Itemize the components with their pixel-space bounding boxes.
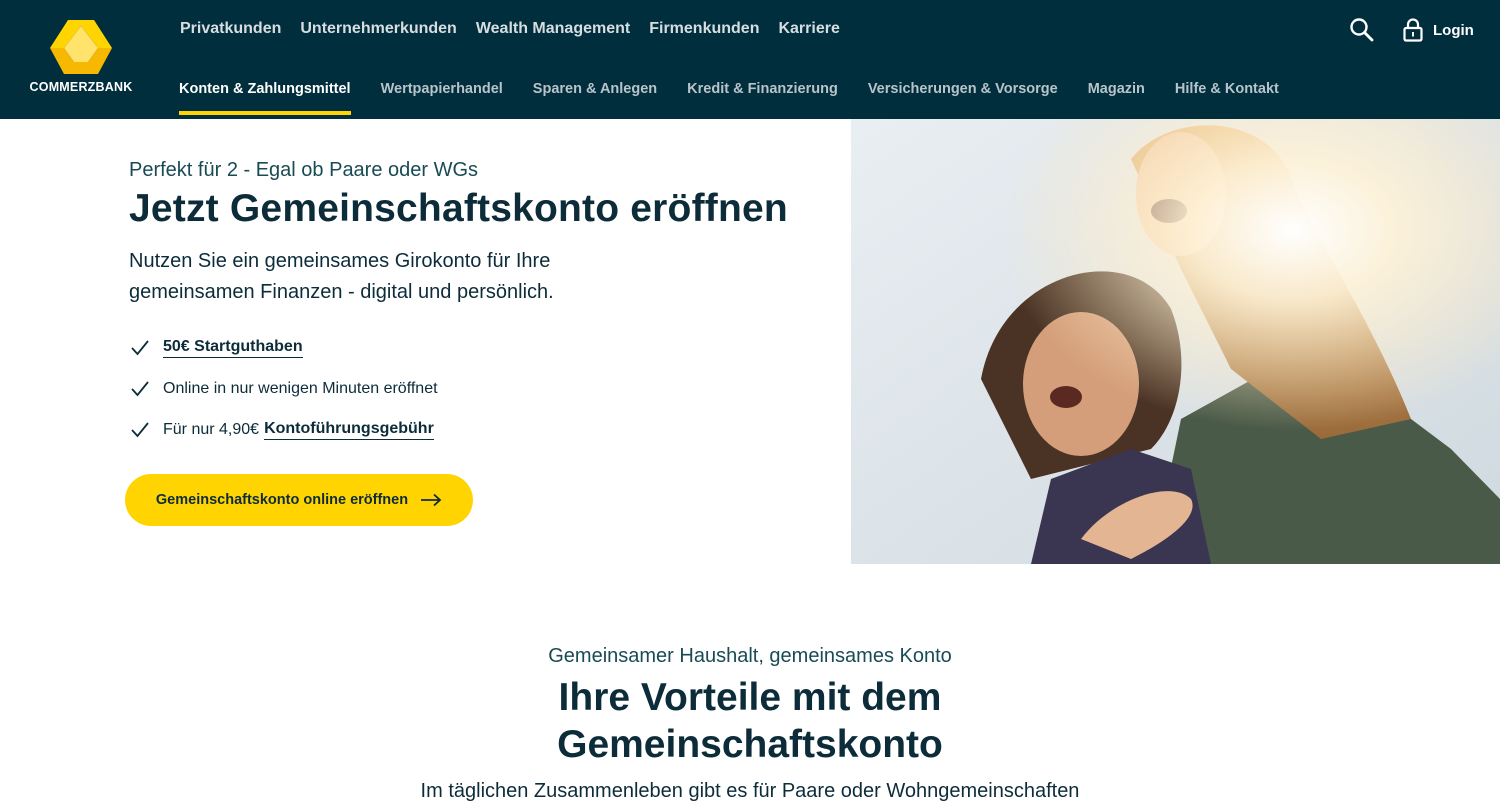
- nav-wealth-management[interactable]: Wealth Management: [476, 18, 630, 40]
- commerzbank-logo[interactable]: COMMERZBANK: [26, 18, 136, 98]
- benefit-item: Online in nur wenigen Minuten eröffnet: [129, 377, 438, 401]
- hero-title: Jetzt Gemeinschaftskonto eröffnen: [129, 187, 788, 230]
- startguthaben-link[interactable]: 50€ Startguthaben: [163, 338, 303, 358]
- nav-privatkunden[interactable]: Privatkunden: [180, 18, 281, 40]
- section-title: Ihre Vorteile mit dem Gemeinschaftskonto: [557, 676, 943, 766]
- primary-nav: Privatkunden Unternehmerkunden Wealth Ma…: [180, 18, 840, 40]
- open-account-button[interactable]: Gemeinschaftskonto online eröffnen: [125, 474, 473, 526]
- lock-icon: [1403, 18, 1423, 42]
- benefit-list: 50€ Startguthaben Online in nur wenigen …: [129, 336, 438, 459]
- arrow-right-icon: [421, 493, 442, 507]
- logo-ribbon-icon: [50, 20, 112, 74]
- nav-unternehmerkunden[interactable]: Unternehmerkunden: [300, 18, 456, 40]
- secondary-nav: Konten & Zahlungsmittel Wertpapierhandel…: [179, 79, 1309, 115]
- subnav-versicherungen-vorsorge[interactable]: Versicherungen & Vorsorge: [868, 79, 1058, 115]
- benefit-item: 50€ Startguthaben: [129, 336, 438, 360]
- kontofuehrungsgebuehr-link[interactable]: Kontoführungsgebühr: [264, 420, 434, 440]
- benefit-text: Für nur 4,90€: [163, 421, 260, 438]
- subnav-wertpapierhandel[interactable]: Wertpapierhandel: [381, 79, 503, 115]
- nav-karriere[interactable]: Karriere: [778, 18, 839, 40]
- benefit-item: Für nur 4,90€ Kontoführungsgebühr: [129, 418, 438, 442]
- section-body: Im täglichen Zusammenleben gibt es für P…: [420, 780, 1080, 802]
- nav-firmenkunden[interactable]: Firmenkunden: [649, 18, 759, 40]
- cta-label: Gemeinschaftskonto online eröffnen: [155, 492, 409, 508]
- subnav-kredit-finanzierung[interactable]: Kredit & Finanzierung: [687, 79, 838, 115]
- search-icon: [1350, 18, 1374, 42]
- photo-illustration: [851, 119, 1500, 564]
- login-label: Login: [1433, 21, 1474, 39]
- section-eyebrow: Gemeinsamer Haushalt, gemeinsames Konto: [548, 645, 952, 667]
- subnav-magazin[interactable]: Magazin: [1088, 79, 1145, 115]
- subnav-hilfe-kontakt[interactable]: Hilfe & Kontakt: [1175, 79, 1279, 115]
- logo-wordmark: COMMERZBANK: [29, 80, 133, 94]
- checkmark-icon: [131, 340, 149, 356]
- checkmark-icon: [131, 422, 149, 438]
- hero-photo-couple: [851, 119, 1500, 564]
- hero-lead: Nutzen Sie ein gemeinsames Girokonto für…: [129, 250, 554, 303]
- search-button[interactable]: [1349, 17, 1375, 43]
- hero-eyebrow: Perfekt für 2 - Egal ob Paare oder WGs: [129, 159, 479, 181]
- subnav-sparen-anlegen[interactable]: Sparen & Anlegen: [533, 79, 657, 115]
- site-header: COMMERZBANK Privatkunden Unternehmerkund…: [0, 0, 1500, 119]
- subnav-konten-zahlungsmittel[interactable]: Konten & Zahlungsmittel: [179, 79, 351, 115]
- login-button[interactable]: Login: [1403, 17, 1474, 43]
- benefit-text: Online in nur wenigen Minuten eröffnet: [163, 380, 438, 397]
- checkmark-icon: [131, 381, 149, 397]
